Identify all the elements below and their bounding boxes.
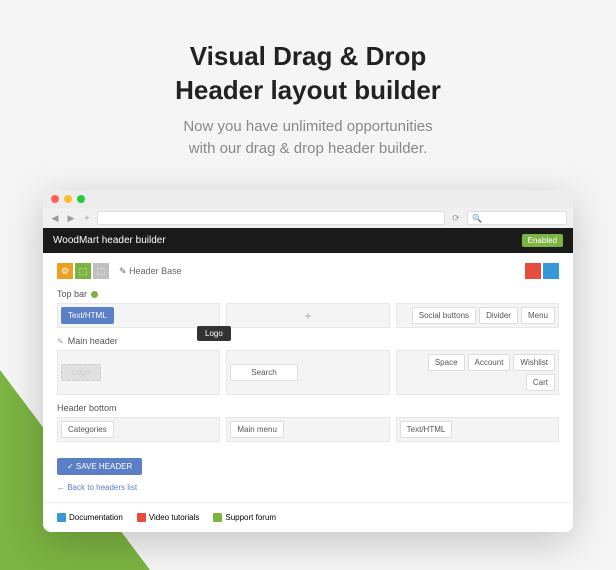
main-left-zone[interactable]: Logo	[57, 350, 220, 395]
topbar-center-zone[interactable]: +	[226, 303, 389, 328]
block-text-html[interactable]: Text/HTML	[61, 307, 114, 324]
topbar-right-zone[interactable]: Social buttons Divider Menu	[396, 303, 559, 328]
block-cart[interactable]: Cart	[526, 374, 555, 391]
topbar-section-label: Top bar	[57, 289, 559, 299]
header-base-label: ✎ Header Base	[119, 266, 182, 277]
dragging-logo-block[interactable]: Logo	[197, 326, 231, 341]
bottom-section-label: Header bottom	[57, 403, 559, 413]
hero-title: Visual Drag & Drop Header layout builder	[20, 40, 596, 108]
save-header-button[interactable]: ✓ SAVE HEADER	[57, 458, 142, 475]
topbar-left-zone[interactable]: Text/HTML	[57, 303, 220, 328]
bottom-right-zone[interactable]: Text/HTML	[396, 417, 559, 442]
doc-icon	[57, 513, 66, 522]
address-bar[interactable]	[97, 211, 445, 225]
block-text-html-2[interactable]: Text/HTML	[400, 421, 453, 438]
mac-titlebar	[43, 190, 573, 208]
block-account[interactable]: Account	[468, 354, 511, 371]
settings-icon[interactable]: ⚙	[57, 263, 73, 279]
close-icon[interactable]	[51, 195, 59, 203]
video-tutorials-link[interactable]: Video tutorials	[137, 513, 200, 522]
block-divider[interactable]: Divider	[479, 307, 518, 324]
documentation-link[interactable]: Documentation	[57, 513, 123, 522]
browser-search[interactable]: 🔍	[467, 211, 567, 225]
logo-placeholder: Logo	[61, 364, 101, 381]
minimize-icon[interactable]	[64, 195, 72, 203]
block-menu[interactable]: Menu	[521, 307, 555, 324]
main-center-zone[interactable]: Search	[226, 350, 389, 395]
main-section-label: ✎Main header	[57, 336, 559, 346]
bottom-left-zone[interactable]: Categories	[57, 417, 220, 442]
desktop-preview-icon[interactable]	[543, 263, 559, 279]
mobile-preview-icon[interactable]	[525, 263, 541, 279]
video-icon	[137, 513, 146, 522]
layers-icon[interactable]: ⬚	[75, 263, 91, 279]
builder-body: ⚙ ⬚ ⬚ ✎ Header Base Top bar Text/HTML +	[43, 253, 573, 502]
maximize-icon[interactable]	[77, 195, 85, 203]
block-space[interactable]: Space	[428, 354, 465, 371]
footer-links: Documentation Video tutorials Support fo…	[43, 502, 573, 532]
block-search[interactable]: Search	[230, 364, 297, 381]
add-block-button[interactable]: +	[304, 309, 311, 323]
hero-subtitle: Now you have unlimited opportunities wit…	[20, 116, 596, 161]
refresh-icon[interactable]: ⟳	[449, 213, 463, 224]
browser-window: ◀ ▶ + ⟳ 🔍 WoodMart header builder Enable…	[43, 190, 573, 532]
block-categories[interactable]: Categories	[61, 421, 114, 438]
bottom-center-zone[interactable]: Main menu	[226, 417, 389, 442]
forward-button[interactable]: ▶	[65, 213, 77, 224]
back-button[interactable]: ◀	[49, 213, 61, 224]
app-title: WoodMart header builder	[53, 235, 166, 246]
block-wishlist[interactable]: Wishlist	[513, 354, 555, 371]
back-to-list-link[interactable]: ← Back to headers list	[57, 483, 559, 492]
enabled-badge[interactable]: Enabled	[522, 234, 563, 247]
support-forum-link[interactable]: Support forum	[213, 513, 276, 522]
code-icon[interactable]: ⬚	[93, 263, 109, 279]
forum-icon	[213, 513, 222, 522]
main-right-zone[interactable]: Space Account Wishlist Cart	[396, 350, 559, 395]
block-main-menu[interactable]: Main menu	[230, 421, 284, 438]
new-tab-button[interactable]: +	[81, 213, 93, 223]
browser-toolbar: ◀ ▶ + ⟳ 🔍	[43, 208, 573, 228]
block-social[interactable]: Social buttons	[412, 307, 476, 324]
app-header: WoodMart header builder Enabled	[43, 228, 573, 253]
